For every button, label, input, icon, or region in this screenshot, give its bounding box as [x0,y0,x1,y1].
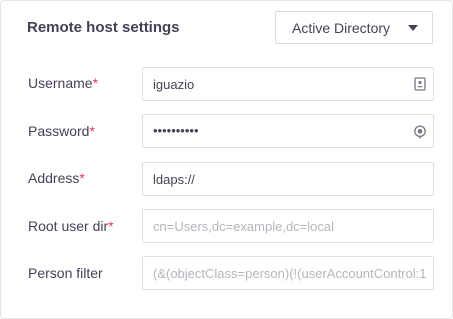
root-user-dir-label-text: Root user dir [28,218,109,234]
password-field[interactable]: •••••••••• [142,114,434,148]
required-marker: * [89,123,95,139]
username-label: Username* [28,75,98,92]
username-value: iguazio [153,77,195,92]
required-marker: * [92,75,99,91]
password-label-text: Password [28,123,90,139]
password-label: Password* [28,123,95,140]
address-field[interactable]: ldaps:// [142,162,434,196]
address-value: ldaps:// [153,172,195,187]
username-label-text: Username [28,75,93,91]
directory-type-select[interactable]: Active Directory [275,11,433,44]
root-user-dir-label: Root user dir* [28,218,114,235]
person-filter-label-text: Person filter [28,265,103,281]
contact-card-icon[interactable] [413,77,427,91]
panel-title: Remote host settings [27,19,180,36]
remote-host-settings-panel: Remote host settings Active Directory Us… [0,0,453,319]
eye-icon[interactable] [413,125,427,139]
person-filter-label: Person filter [28,265,103,282]
root-user-dir-field[interactable]: cn=Users,dc=example,dc=local [142,209,434,243]
required-marker: * [108,218,114,234]
person-filter-placeholder: (&(objectClass=person)(!(userAccountCont… [153,266,427,281]
username-field[interactable]: iguazio [142,67,434,101]
directory-type-selected: Active Directory [292,20,391,36]
required-marker: * [79,170,85,186]
person-filter-field[interactable]: (&(objectClass=person)(!(userAccountCont… [142,256,434,290]
address-label-text: Address [28,170,80,186]
password-value: •••••••••• [153,123,199,138]
caret-down-icon [408,25,418,31]
address-label: Address* [28,170,85,187]
root-user-dir-placeholder: cn=Users,dc=example,dc=local [153,219,335,234]
